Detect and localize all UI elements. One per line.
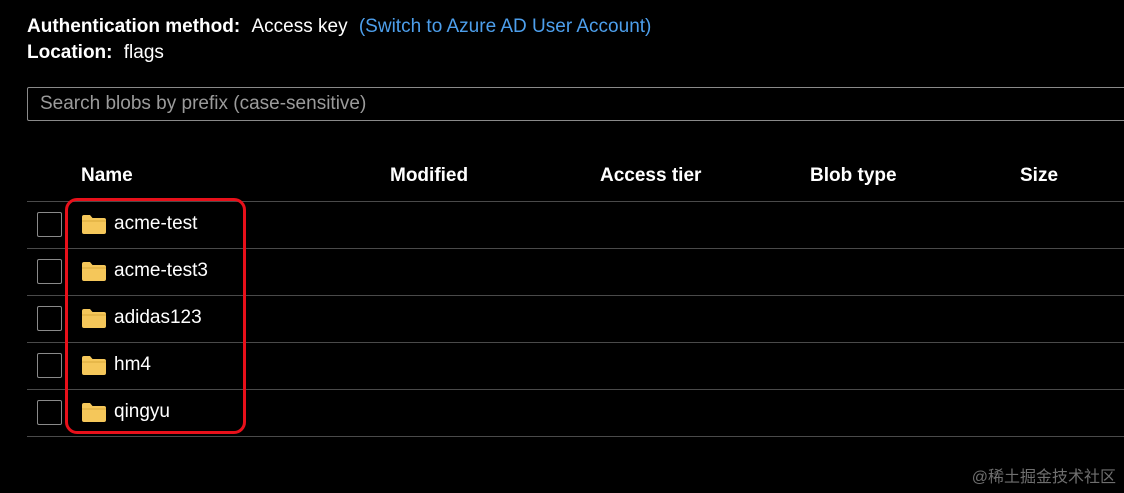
column-header-blob-type[interactable]: Blob type (810, 165, 897, 187)
search-blobs-input[interactable] (27, 87, 1124, 121)
column-header-name[interactable]: Name (81, 165, 133, 187)
switch-auth-link[interactable]: (Switch to Azure AD User Account) (359, 16, 652, 37)
authentication-method-line: Authentication method: Access key (Switc… (27, 15, 651, 39)
folder-icon (82, 262, 106, 281)
row-checkbox[interactable] (37, 400, 62, 425)
folder-name[interactable]: adidas123 (114, 307, 202, 329)
row-checkbox[interactable] (37, 212, 62, 237)
column-header-modified[interactable]: Modified (390, 165, 468, 187)
row-checkbox[interactable] (37, 306, 62, 331)
folder-name[interactable]: acme-test3 (114, 260, 208, 282)
row-checkbox[interactable] (37, 259, 62, 284)
location-line: Location: flags (27, 41, 164, 65)
auth-method-label: Authentication method: (27, 16, 241, 37)
table-row[interactable]: adidas123 (27, 296, 1124, 343)
table-row[interactable]: hm4 (27, 343, 1124, 390)
table-header: Name Modified Access tier Blob type Size (27, 155, 1124, 202)
folder-icon (82, 356, 106, 375)
auth-method-value: Access key (251, 16, 348, 37)
folder-icon (82, 309, 106, 328)
column-header-size[interactable]: Size (1020, 165, 1058, 187)
blob-list: acme-test acme-test3 adidas123 hm4 qingy… (27, 202, 1124, 437)
folder-icon (82, 403, 106, 422)
watermark: @稀土掘金技术社区 (971, 469, 1116, 486)
table-row[interactable]: acme-test (27, 202, 1124, 249)
location-value: flags (123, 42, 164, 63)
folder-name[interactable]: hm4 (114, 354, 151, 376)
folder-icon (82, 215, 106, 234)
table-row[interactable]: acme-test3 (27, 249, 1124, 296)
column-header-access-tier[interactable]: Access tier (600, 165, 701, 187)
folder-name[interactable]: acme-test (114, 213, 197, 235)
table-row[interactable]: qingyu (27, 390, 1124, 437)
folder-name[interactable]: qingyu (114, 401, 170, 423)
row-checkbox[interactable] (37, 353, 62, 378)
location-label: Location: (27, 42, 113, 63)
